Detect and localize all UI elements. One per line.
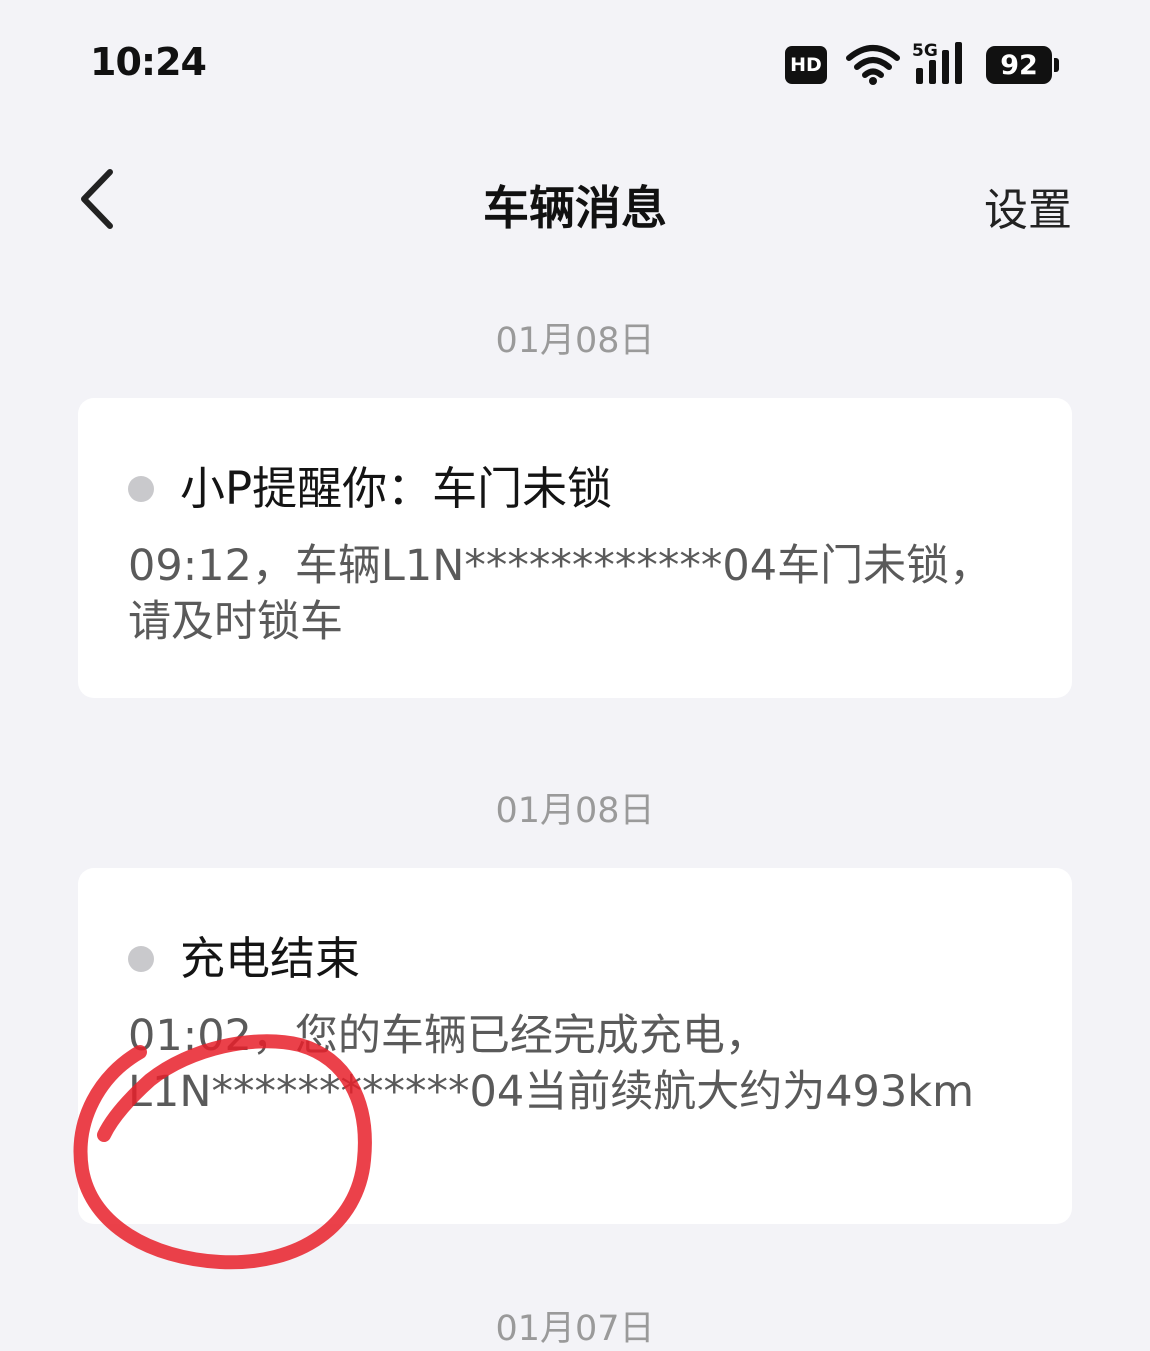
message-card[interactable]: 小P提醒你：车门未锁 09:12，车辆L1N************04车门未锁… (78, 398, 1072, 698)
battery-level: 92 (1000, 49, 1038, 81)
status-time: 10:24 (90, 40, 207, 84)
unread-dot (128, 946, 154, 972)
battery-icon: 92 (986, 46, 1059, 84)
message-body: 09:12，车辆L1N************04车门未锁，请及时锁车 (128, 541, 993, 647)
network-type-label: 5G (912, 41, 938, 61)
date-separator: 01月08日 (495, 791, 655, 831)
nav-bar: 车辆消息 设置 (0, 140, 1150, 260)
unread-dot (128, 476, 154, 502)
date-separator: 01月08日 (495, 321, 655, 361)
message-title: 小P提醒你：车门未锁 (180, 462, 613, 515)
message-card[interactable]: 充电结束 01:02，您的车辆已经完成充电，L1N************04当… (78, 868, 1072, 1224)
hd-voice-badge: HD (785, 46, 827, 84)
wifi-icon (846, 45, 900, 85)
message-body: 01:02，您的车辆已经完成充电，L1N************04当前续航大约… (128, 1011, 975, 1117)
status-bar: 10:24 HD 5G 92 (0, 0, 1150, 120)
settings-button[interactable]: 设置 (984, 174, 1072, 238)
message-title: 充电结束 (180, 932, 361, 985)
page-title: 车辆消息 (483, 181, 667, 235)
